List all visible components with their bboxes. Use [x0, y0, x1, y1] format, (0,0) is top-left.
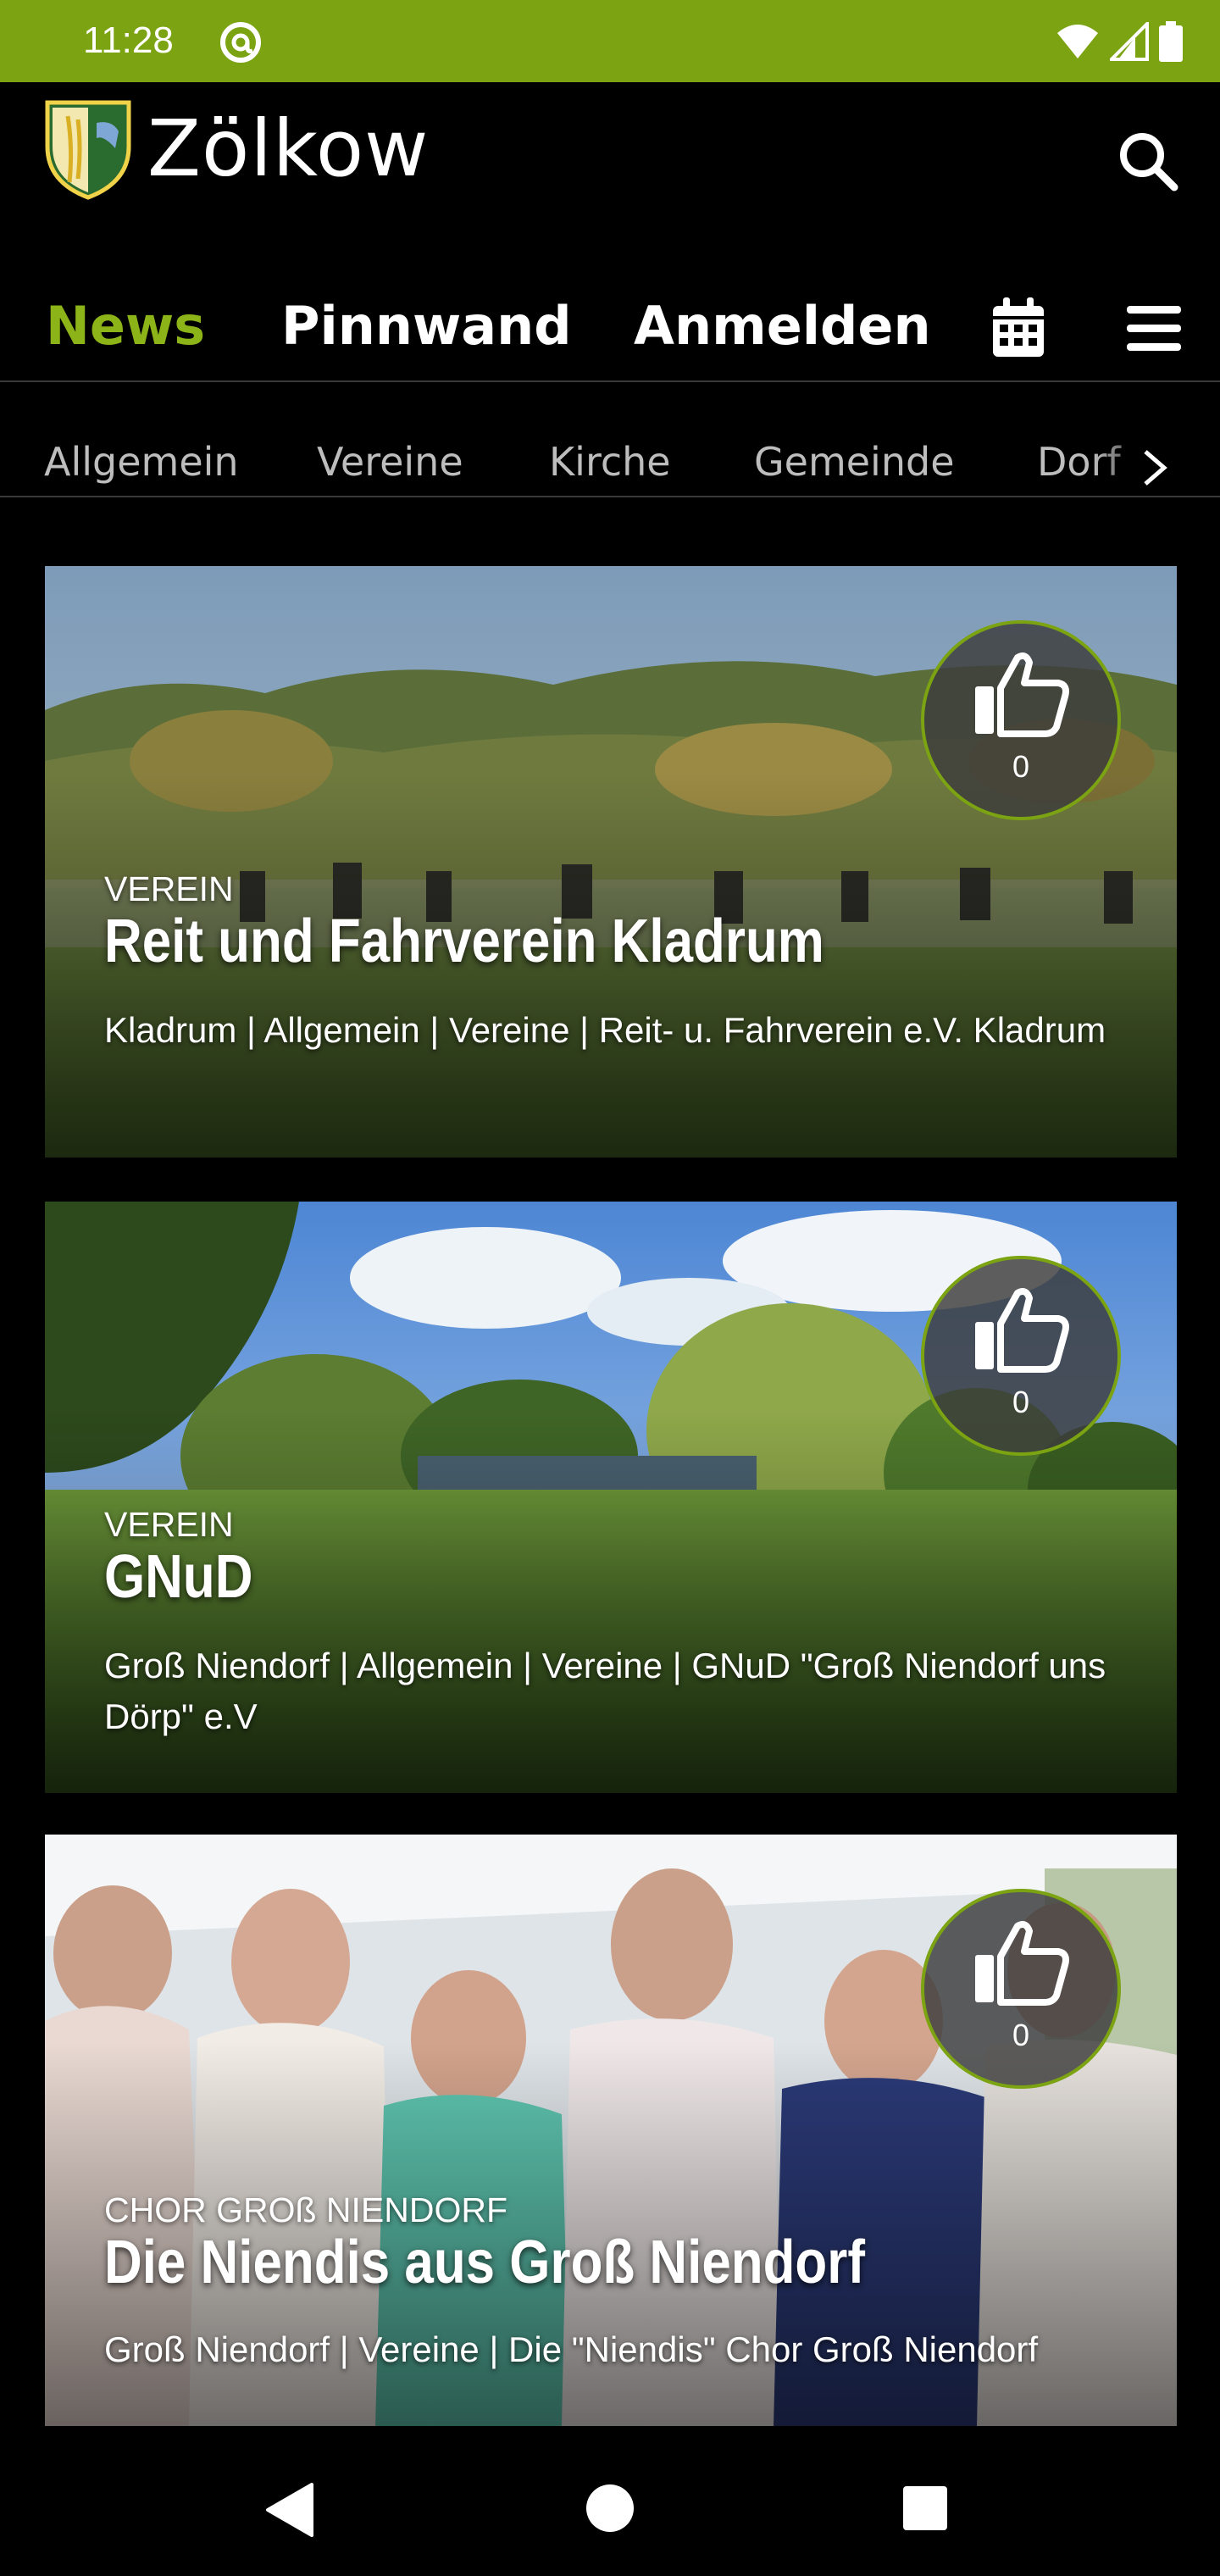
status-time: 11:28 [83, 19, 174, 61]
card-category: VEREIN [104, 1505, 234, 1544]
home-icon[interactable] [586, 2484, 634, 2532]
card-category: CHOR GROß NIENDORF [104, 2190, 508, 2229]
nav-news[interactable]: News [46, 294, 205, 358]
tab-allgemein[interactable]: Allgemein [44, 438, 239, 486]
sync-icon [220, 22, 261, 63]
coat-of-arms-logo [45, 100, 131, 200]
main-nav: News Pinnwand Anmelden [0, 269, 1220, 370]
thumbs-up-icon [975, 1921, 1069, 2006]
card-title: Reit und Fahrverein Kladrum [104, 908, 824, 975]
system-nav-bar [0, 2440, 1220, 2576]
nav-pinnwand[interactable]: Pinnwand [281, 294, 572, 358]
thumbs-up-icon [975, 652, 1069, 737]
status-bar: 11:28 [0, 0, 1220, 82]
hamburger-menu-icon[interactable] [1127, 303, 1181, 353]
card-category: VEREIN [104, 869, 234, 908]
nav-anmelden[interactable]: Anmelden [634, 294, 931, 358]
search-icon[interactable] [1117, 130, 1179, 192]
recent-apps-icon[interactable] [903, 2486, 947, 2530]
like-count: 0 [1012, 2018, 1030, 2052]
like-button[interactable]: 0 [921, 1889, 1121, 2089]
chevron-right-icon[interactable] [1140, 448, 1169, 487]
tab-gemeinde[interactable]: Gemeinde [754, 438, 955, 486]
back-icon[interactable] [264, 2483, 315, 2537]
card-meta: Groß Niendorf | Vereine | Die "Niendis" … [104, 2329, 1039, 2369]
like-count: 0 [1012, 749, 1030, 784]
calendar-icon[interactable] [991, 297, 1045, 358]
news-card[interactable]: 0 CHOR GROß NIENDORF Die Niendis aus Gro… [45, 1835, 1177, 2426]
like-count: 0 [1012, 1385, 1030, 1419]
like-button[interactable]: 0 [921, 620, 1121, 820]
tab-vereine[interactable]: Vereine [317, 438, 463, 486]
wifi-icon [1057, 25, 1098, 58]
app-header: Zölkow News Pinnwand Anmelden [0, 82, 1220, 379]
news-card[interactable]: 0 VEREIN Reit und Fahrverein Kladrum Kla… [45, 566, 1177, 1158]
tabs-divider [0, 496, 1220, 497]
card-meta: Groß Niendorf | Allgemein | Vereine | GN… [104, 1646, 1106, 1736]
app-name: Zölkow [147, 103, 430, 194]
thumbs-up-icon [975, 1288, 1069, 1373]
cell-signal-icon [1110, 22, 1149, 61]
news-card[interactable]: 0 VEREIN GNuD Groß Niendorf | Allgemein … [45, 1202, 1177, 1793]
card-title: Die Niendis aus Groß Niendorf [104, 2229, 865, 2296]
like-button[interactable]: 0 [921, 1256, 1121, 1456]
card-title: GNuD [104, 1543, 253, 1611]
card-meta: Kladrum | Allgemein | Vereine | Reit- u.… [104, 1010, 1106, 1050]
battery-icon [1159, 21, 1183, 62]
category-tabs: Allgemein Vereine Kirche Gemeinde Dorf [0, 382, 1220, 499]
tab-kirche[interactable]: Kirche [549, 438, 671, 486]
